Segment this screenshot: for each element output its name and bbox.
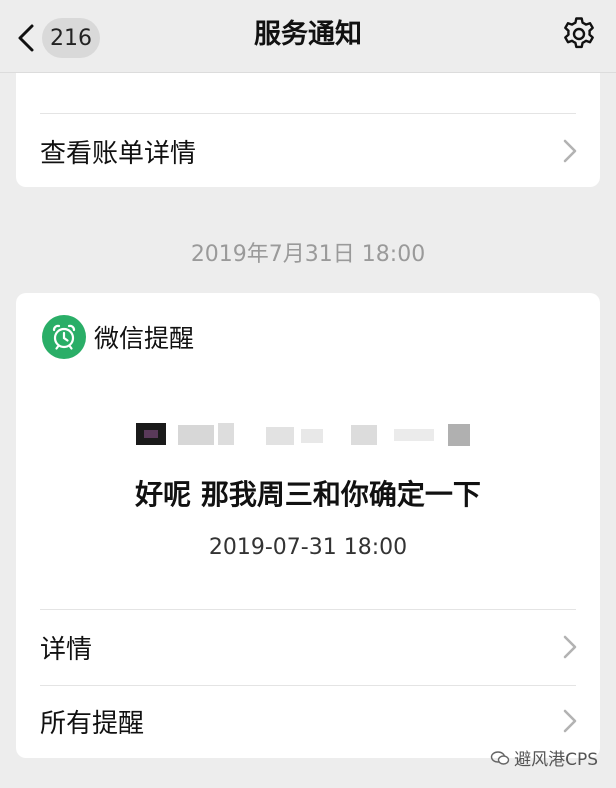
- redacted-sender-info: [136, 423, 470, 446]
- notification-time: 2019-07-31 18:00: [208, 535, 408, 560]
- notification-message: 好呢 那我周三和你确定一下: [135, 478, 481, 511]
- watermark-text: 避风港CPS: [514, 750, 598, 770]
- app-header: 微信提醒: [42, 315, 194, 359]
- page-title: 服务通知: [254, 19, 362, 50]
- wechat-icon: [490, 750, 510, 765]
- row-label: 查看账单详情: [40, 138, 197, 169]
- chevron-right-icon: [563, 635, 577, 659]
- divider: [40, 609, 576, 610]
- nav-bar: 216 服务通知: [0, 0, 616, 73]
- chevron-right-icon: [563, 139, 577, 163]
- row-label: 所有提醒: [40, 708, 145, 739]
- alarm-clock-icon: [42, 315, 86, 359]
- view-bill-details-row[interactable]: 查看账单详情: [40, 129, 578, 173]
- app-name: 微信提醒: [94, 324, 195, 353]
- row-label: 详情: [40, 634, 93, 665]
- divider: [40, 685, 576, 686]
- watermark: 避风港CPS: [490, 745, 598, 770]
- details-row[interactable]: 详情: [40, 625, 578, 669]
- all-reminders-row[interactable]: 所有提醒: [40, 699, 578, 743]
- notification-card: 微信提醒 好呢 那我周三和你确定一下 2019-07-31 18:00 详情 所…: [16, 293, 600, 758]
- divider: [40, 113, 576, 114]
- message-timestamp: 2019年7月31日 18:00: [190, 242, 426, 267]
- previous-notification-card: 查看账单详情: [16, 73, 600, 187]
- chevron-right-icon: [563, 709, 577, 733]
- gear-icon[interactable]: [560, 15, 598, 53]
